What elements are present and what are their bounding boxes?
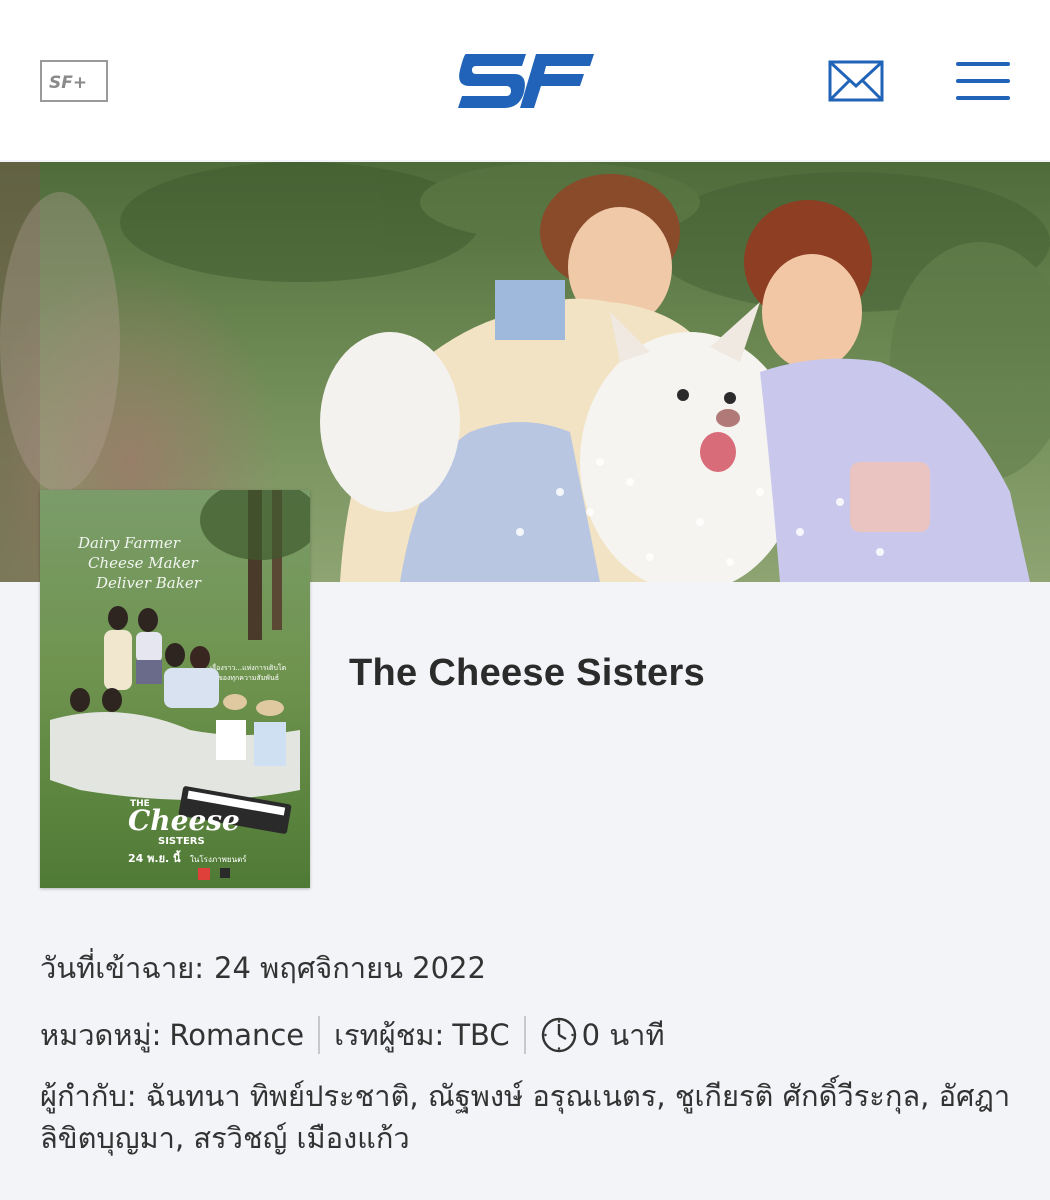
meta-row: หมวดหมู่: Romance เรทผู้ชม: TBC 0 นาที bbox=[40, 1013, 1020, 1057]
svg-text:SISTERS: SISTERS bbox=[158, 836, 205, 847]
mail-icon bbox=[828, 60, 884, 102]
rating-label: เรทผู้ชม: bbox=[334, 1018, 445, 1052]
release-date-label: วันที่เข้าฉาย: bbox=[40, 951, 205, 985]
directors-value: ฉันทนา ทิพย์ประชาติ, ณัฐพงษ์ อรุณเนตร, ช… bbox=[40, 1079, 1011, 1155]
hamburger-menu-icon bbox=[956, 62, 1010, 100]
clock-icon bbox=[541, 1017, 576, 1053]
directors-row: ผู้กำกับ: ฉันทนา ทิพย์ประชาติ, ณัฐพงษ์ อ… bbox=[40, 1075, 1020, 1159]
hamburger-menu-button[interactable] bbox=[954, 60, 1012, 102]
svg-text:ของทุกความสัมพันธ์: ของทุกความสัมพันธ์ bbox=[218, 674, 279, 682]
release-date-row: วันที่เข้าฉาย: 24 พฤศจิกายน 2022 bbox=[40, 946, 1020, 990]
movie-poster[interactable]: Dairy Farmer Cheese Maker Deliver Baker … bbox=[40, 490, 310, 888]
release-date-value: 24 พฤศจิกายน 2022 bbox=[214, 951, 486, 985]
movie-info: วันที่เข้าฉาย: 24 พฤศจิกายน 2022 หมวดหมู… bbox=[40, 946, 1020, 1159]
svg-text:Cheese Maker: Cheese Maker bbox=[88, 554, 199, 572]
genre-value: Romance bbox=[169, 1018, 305, 1052]
sf-plus-logo-icon: SF+ bbox=[49, 73, 87, 93]
directors-label: ผู้กำกับ: bbox=[40, 1079, 137, 1113]
svg-text:24 พ.ย. นี้: 24 พ.ย. นี้ bbox=[128, 850, 181, 865]
rating-value: TBC bbox=[452, 1018, 510, 1052]
svg-text:Dairy Farmer: Dairy Farmer bbox=[77, 534, 181, 552]
sf-logo-icon bbox=[458, 54, 594, 108]
duration-value: 0 นาที bbox=[581, 1018, 665, 1052]
divider bbox=[318, 1016, 321, 1054]
genre-label: หมวดหมู่: bbox=[40, 1018, 162, 1052]
svg-text:Deliver Baker: Deliver Baker bbox=[95, 574, 202, 592]
sf-plus-button[interactable]: SF+ bbox=[40, 60, 108, 102]
svg-text:ในโรงภาพยนตร์: ในโรงภาพยนตร์ bbox=[190, 854, 247, 864]
movie-title: The Cheese Sisters bbox=[349, 652, 706, 694]
divider bbox=[523, 1016, 526, 1054]
top-header: SF+ bbox=[0, 0, 1050, 160]
sf-logo[interactable] bbox=[456, 52, 594, 110]
mail-button[interactable] bbox=[828, 60, 884, 102]
svg-text:SF+: SF+ bbox=[49, 73, 87, 93]
svg-text:Cheese: Cheese bbox=[128, 804, 240, 837]
movie-poster-image: Dairy Farmer Cheese Maker Deliver Baker … bbox=[40, 490, 310, 888]
svg-text:เรื่องราว...แห่งการเติบโต: เรื่องราว...แห่งการเติบโต bbox=[210, 663, 287, 672]
